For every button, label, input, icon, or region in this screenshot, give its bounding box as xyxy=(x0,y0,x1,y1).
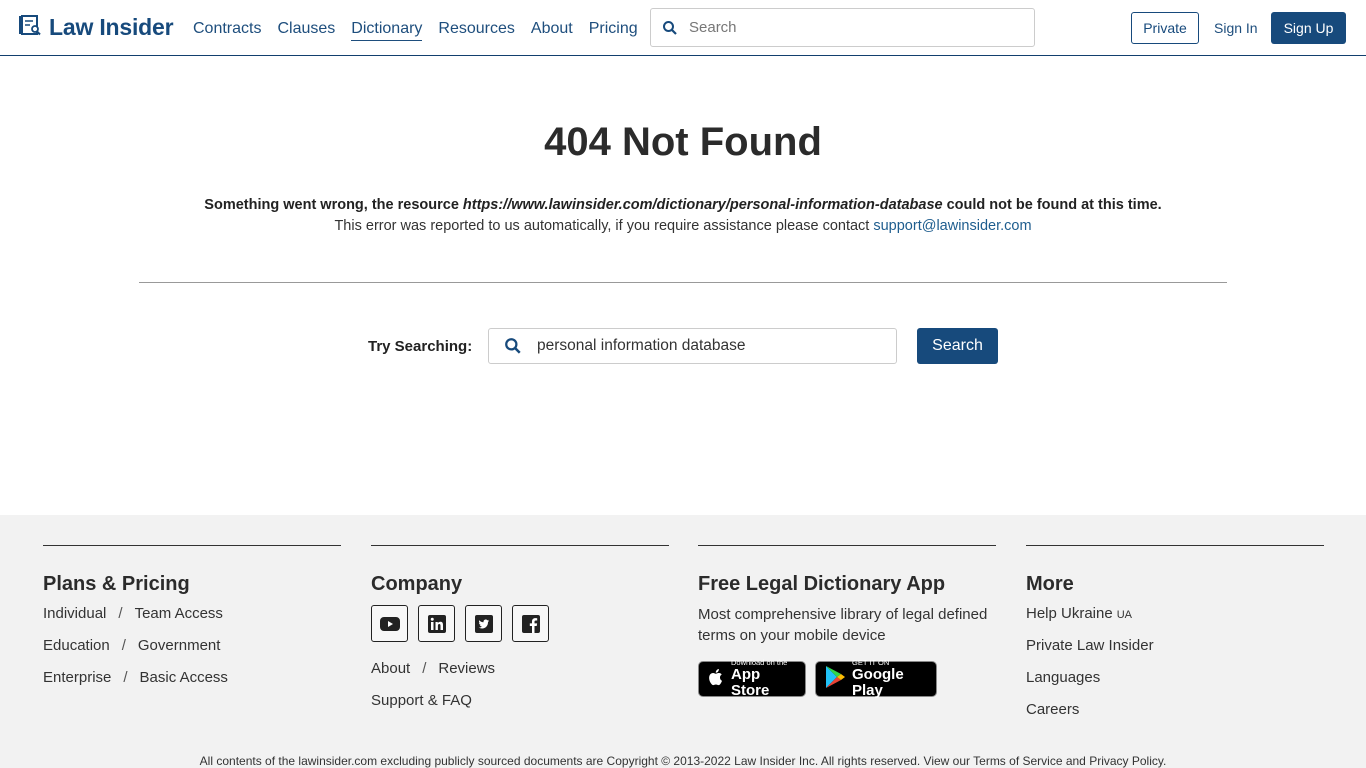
error-message: Something went wrong, the resource https… xyxy=(0,197,1366,213)
footer-company: Company About / Reviews Support & FAQ xyxy=(371,545,669,717)
footer-link-about[interactable]: About xyxy=(371,660,410,677)
google-play-icon xyxy=(824,665,846,694)
nav-about[interactable]: About xyxy=(531,20,573,41)
apple-icon xyxy=(707,667,725,692)
footer-link-enterprise[interactable]: Enterprise xyxy=(43,669,111,686)
private-button[interactable]: Private xyxy=(1131,12,1199,44)
support-email-link[interactable]: support@lawinsider.com xyxy=(873,218,1031,234)
search-button[interactable]: Search xyxy=(917,328,998,364)
divider xyxy=(139,282,1227,283)
footer-more-title: More xyxy=(1026,573,1074,595)
footer-company-title: Company xyxy=(371,573,463,595)
nav-clauses[interactable]: Clauses xyxy=(277,20,335,41)
page-title: 404 Not Found xyxy=(544,120,822,164)
try-search-value: personal information database xyxy=(537,337,746,354)
footer-link-basic-access[interactable]: Basic Access xyxy=(140,669,228,686)
header-search-input[interactable] xyxy=(689,19,1009,36)
app-store-big-text: App Store xyxy=(731,666,770,699)
nav-contracts[interactable]: Contracts xyxy=(193,20,261,41)
footer-link-government[interactable]: Government xyxy=(138,637,221,654)
footer-link-careers[interactable]: Careers xyxy=(1026,694,1324,726)
top-header: Law Insider Contracts Clauses Dictionary… xyxy=(0,0,1366,56)
footer-company-row: About / Reviews xyxy=(371,660,496,677)
footer-link-team-access[interactable]: Team Access xyxy=(135,605,223,622)
footer-company-row: Support & FAQ xyxy=(371,685,669,717)
nav-resources[interactable]: Resources xyxy=(438,20,514,41)
search-icon xyxy=(651,20,689,36)
footer-plans-row: Education / Government xyxy=(43,637,221,654)
nav-pricing[interactable]: Pricing xyxy=(589,20,638,41)
footer: Plans & Pricing Individual / Team Access E… xyxy=(0,515,1366,768)
search-icon xyxy=(489,337,537,355)
twitter-icon[interactable] xyxy=(465,605,502,642)
footer-plans: Plans & Pricing Individual / Team Access E… xyxy=(43,545,341,694)
law-insider-logo-icon xyxy=(19,14,43,41)
error-message-prefix: Something went wrong, the resource xyxy=(204,197,463,213)
footer-plans-title: Plans & Pricing xyxy=(43,573,190,595)
footer-link-languages[interactable]: Languages xyxy=(1026,662,1324,694)
footer-plans-row: Individual / Team Access xyxy=(43,605,223,622)
app-store-badge[interactable]: Download on the App Store xyxy=(698,659,806,699)
google-play-big-text: Google Play xyxy=(852,666,904,699)
footer-link-support-faq[interactable]: Support & FAQ xyxy=(371,692,472,709)
footer-link-education[interactable]: Education xyxy=(43,637,110,654)
footer-more: More Help Ukraine UA Private Law Insider … xyxy=(1026,545,1324,726)
linkedin-icon[interactable] xyxy=(418,605,455,642)
main-nav: Contracts Clauses Dictionary Resources A… xyxy=(193,20,638,41)
youtube-icon[interactable] xyxy=(371,605,408,642)
footer-link-private-law-insider[interactable]: Private Law Insider xyxy=(1026,630,1324,662)
google-play-badge[interactable]: GET IT ON Google Play xyxy=(815,659,937,699)
footer-link-individual[interactable]: Individual xyxy=(43,605,106,622)
footer-app-title: Free Legal Dictionary App xyxy=(698,573,946,595)
try-search-input[interactable]: personal information database xyxy=(488,328,897,364)
ua-label: UA xyxy=(1116,609,1132,621)
footer-link-help-ukraine[interactable]: Help Ukraine UA xyxy=(1026,598,1324,630)
footer-plans-row: Enterprise / Basic Access xyxy=(43,669,228,686)
sign-in-link[interactable]: Sign In xyxy=(1214,20,1258,36)
support-message-text: This error was reported to us automatica… xyxy=(334,218,874,234)
error-url: https://www.lawinsider.com/dictionary/pe… xyxy=(462,197,943,213)
logo[interactable]: Law Insider xyxy=(19,14,174,41)
header-search xyxy=(650,8,1035,47)
copyright: All contents of the lawinsider.com exclu… xyxy=(199,754,1167,768)
support-message: This error was reported to us automatica… xyxy=(0,218,1366,234)
facebook-icon[interactable] xyxy=(512,605,549,642)
sign-up-button[interactable]: Sign Up xyxy=(1271,12,1346,44)
error-message-suffix: could not be found at this time. xyxy=(942,197,1162,213)
footer-app-description: Most comprehensive library of legal defi… xyxy=(698,606,988,644)
nav-dictionary[interactable]: Dictionary xyxy=(351,20,423,41)
footer-link-reviews[interactable]: Reviews xyxy=(438,660,495,677)
footer-app: Free Legal Dictionary App Most comprehen… xyxy=(698,545,996,699)
logo-text: Law Insider xyxy=(49,14,174,40)
help-ukraine-label: Help Ukraine xyxy=(1026,605,1113,622)
try-searching-label: Try Searching: xyxy=(368,338,473,355)
